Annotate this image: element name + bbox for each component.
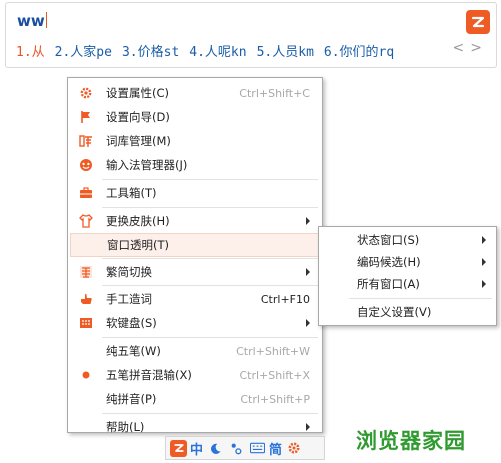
traditional-icon: [72, 260, 100, 284]
menu-separator: [102, 337, 318, 338]
menu-item-manual-word[interactable]: 手工造词 Ctrl+F10: [70, 287, 320, 311]
menu-separator: [102, 285, 318, 286]
menu-item-pure-wubi[interactable]: 纯五笔(W) Ctrl+Shift+W: [70, 339, 320, 363]
candidate-5[interactable]: 5.人员km: [257, 41, 314, 60]
submenu-arrow-icon: [306, 268, 310, 276]
submenu-arrow-icon: [482, 236, 486, 244]
candidate-list: 1.从 2.人家pe 3.价格st 4.人呢kn 5.人员km 6.你们的rq: [16, 41, 394, 60]
menu-item-soft-keyboard[interactable]: 软键盘(S): [70, 311, 320, 335]
submenu-item-all-windows[interactable]: 所有窗口(A): [321, 273, 494, 295]
menu-item-ime-manager[interactable]: 输入法管理器(J): [70, 153, 320, 177]
manager-icon: [72, 153, 100, 177]
submenu-arrow-icon: [306, 217, 310, 225]
gear-icon: [72, 81, 100, 105]
menu-separator: [102, 207, 318, 208]
menu-item-toolbox[interactable]: 工具箱(T): [70, 181, 320, 205]
menu-item-settings[interactable]: 设置属性(C) Ctrl+Shift+C: [70, 81, 320, 105]
transparency-submenu: 状态窗口(S) 编码候选(H) 所有窗口(A) 自定义设置(V): [318, 226, 497, 326]
menu-item-traditional-simplified[interactable]: 繁简切换: [70, 260, 320, 284]
menu-item-change-skin[interactable]: 更换皮肤(H): [70, 209, 320, 233]
submenu-arrow-icon: [306, 423, 310, 431]
submenu-arrow-icon: [306, 319, 310, 327]
composition-text: ww: [17, 12, 47, 30]
candidate-2[interactable]: 2.人家pe: [55, 41, 112, 60]
menu-item-wizard[interactable]: 设置向导(D): [70, 105, 320, 129]
submenu-item-candidate-window[interactable]: 编码候选(H): [321, 251, 494, 273]
moon-icon[interactable]: [206, 439, 224, 457]
shirt-icon: [72, 209, 100, 233]
submenu-arrow-icon: [482, 280, 486, 288]
submenu-item-status-window[interactable]: 状态窗口(S): [321, 229, 494, 251]
submenu-item-custom-settings[interactable]: 自定义设置(V): [321, 301, 494, 323]
keyboard-icon[interactable]: [248, 439, 266, 457]
ime-candidate-window: ww 1.从 2.人家pe 3.价格st 4.人呢kn 5.人员km 6.你们的…: [5, 2, 497, 68]
candidate-1[interactable]: 1.从: [16, 41, 45, 60]
menu-item-dictionary[interactable]: 词库管理(M): [70, 129, 320, 153]
menu-separator: [102, 179, 318, 180]
gear-icon[interactable]: [285, 439, 303, 457]
ime-status-bar: 中 简: [165, 436, 325, 460]
menu-separator: [102, 413, 318, 414]
watermark-text: 浏览器家园: [356, 429, 466, 453]
toolbox-icon: [72, 181, 100, 205]
flag-icon: [72, 105, 100, 129]
submenu-arrow-icon: [482, 258, 486, 266]
menu-item-window-transparency[interactable]: 窗口透明(T): [70, 233, 320, 257]
candidate-6[interactable]: 6.你们的rq: [324, 41, 394, 60]
ime-context-menu: 设置属性(C) Ctrl+Shift+C 设置向导(D) 词库管理(M) 输入法…: [67, 77, 323, 434]
menu-item-pure-pinyin[interactable]: 纯拼音(P) Ctrl+Shift+P: [70, 387, 320, 411]
keyboard-icon: [72, 311, 100, 335]
sogou-logo-icon[interactable]: [466, 10, 490, 34]
menu-separator: [349, 298, 492, 299]
punctuation-icon[interactable]: [227, 439, 245, 457]
hand-icon: [72, 287, 100, 311]
dictionary-icon: [72, 129, 100, 153]
menu-item-wubi-pinyin-mixed[interactable]: 五笔拼音混输(X) Ctrl+Shift+X: [70, 363, 320, 387]
simplified-toggle[interactable]: 简: [269, 439, 282, 458]
page-nav-arrows[interactable]: <>: [453, 40, 488, 56]
candidate-3[interactable]: 3.价格st: [122, 41, 179, 60]
menu-separator: [102, 258, 318, 259]
candidate-4[interactable]: 4.人呢kn: [189, 41, 246, 60]
radio-dot-icon: [72, 363, 100, 387]
sogou-logo-icon[interactable]: [170, 439, 187, 457]
chinese-mode-toggle[interactable]: 中: [190, 439, 203, 458]
